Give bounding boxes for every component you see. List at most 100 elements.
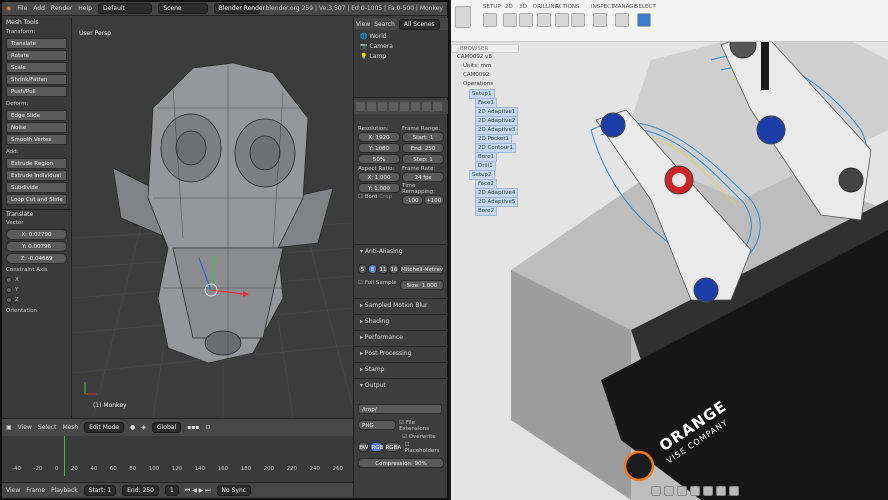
- zoom-icon[interactable]: [677, 486, 687, 496]
- browser-node[interactable]: 2D Adaptive3: [451, 125, 519, 135]
- browser-node[interactable]: Drill1: [451, 161, 519, 171]
- transform-manipulator[interactable]: [193, 248, 253, 308]
- outliner-item-camera[interactable]: 📷 Camera: [360, 42, 442, 52]
- browser-node[interactable]: CAM0092 v8: [451, 53, 519, 62]
- object-tab-icon[interactable]: [389, 102, 398, 111]
- tab-actions[interactable]: ACTIONS: [555, 4, 579, 10]
- scene-selector[interactable]: Scene: [158, 3, 208, 14]
- browser-node[interactable]: Bore2: [451, 206, 519, 216]
- scale-button[interactable]: Scale: [6, 62, 67, 73]
- tab-manage[interactable]: MANAGE: [613, 4, 637, 10]
- color-rgba[interactable]: RGBA: [384, 442, 401, 452]
- browser-node[interactable]: Setup2: [451, 170, 519, 180]
- render-engine-selector[interactable]: Blender Render: [213, 3, 265, 14]
- aa-filter-selector[interactable]: Mitchell-Netrav: [400, 264, 444, 274]
- remap-new-field[interactable]: +100: [423, 195, 444, 205]
- axis-y-checkbox[interactable]: Y: [2, 285, 71, 295]
- 3d-icon[interactable]: [519, 13, 533, 27]
- material-tab-icon[interactable]: [422, 102, 431, 111]
- 2d-icon[interactable]: [503, 13, 517, 27]
- section-post-processing[interactable]: ▸ Post Processing: [354, 346, 448, 359]
- browser-node[interactable]: CAM0092: [451, 71, 519, 80]
- select-menu[interactable]: Select: [38, 424, 57, 431]
- extrude-region-button[interactable]: Extrude Region: [6, 158, 67, 169]
- monkey-mesh[interactable]: [113, 48, 353, 398]
- browser-node[interactable]: 2D Contour1: [451, 143, 519, 153]
- display-mode-icon[interactable]: [703, 486, 713, 496]
- end-field[interactable]: End: 250: [402, 143, 444, 153]
- section-stamp[interactable]: ▸ Stamp: [354, 362, 448, 375]
- vector-y-field[interactable]: Y: 0.00796: [6, 241, 67, 252]
- step-field[interactable]: Step: 1: [402, 154, 444, 164]
- mesh-menu[interactable]: Mesh: [62, 424, 78, 431]
- browser-node[interactable]: Face2: [451, 179, 519, 189]
- start-frame-field[interactable]: Start: 1: [83, 485, 117, 496]
- vector-x-field[interactable]: X: 0.02790: [6, 229, 67, 240]
- properties-tabs[interactable]: [354, 100, 448, 114]
- section-performance[interactable]: ▸ Performance: [354, 330, 448, 343]
- 3d-viewport[interactable]: User Persp (1) Monkey: [73, 18, 353, 418]
- aa-8[interactable]: 8: [368, 264, 377, 274]
- current-frame-field[interactable]: 1: [164, 485, 179, 496]
- shading-icon[interactable]: ●: [130, 424, 135, 431]
- section-output[interactable]: ▾ Output: [354, 378, 448, 391]
- remap-old-field[interactable]: -100: [402, 195, 423, 205]
- shrink-fatten-button[interactable]: Shrink/Fatten: [6, 74, 67, 85]
- smooth-vertex-button[interactable]: Smooth Vertex: [6, 134, 67, 145]
- operator-title[interactable]: Translate: [2, 209, 71, 219]
- overwrite-checkbox[interactable]: ☑ Overwrite: [402, 434, 444, 440]
- snap-icon[interactable]: ⊡: [205, 424, 210, 431]
- tab-setup[interactable]: SETUP: [483, 4, 501, 10]
- timeline-playback-menu[interactable]: Playback: [51, 487, 78, 494]
- browser-node[interactable]: Operations: [451, 80, 519, 89]
- rotate-button[interactable]: Rotate: [6, 50, 67, 61]
- noise-button[interactable]: Noise: [6, 122, 67, 133]
- browser-node[interactable]: Units: mm: [451, 62, 519, 71]
- data-tab-icon[interactable]: [411, 102, 420, 111]
- mode-selector[interactable]: Edit Mode: [84, 422, 125, 433]
- inspect-icon[interactable]: [593, 13, 607, 27]
- res-x-field[interactable]: X: 1920: [358, 132, 400, 142]
- aa-samples[interactable]: 5 8 11 16 Mitchell-Netrav: [358, 264, 444, 275]
- browser-node[interactable]: 2D Pocket1: [451, 134, 519, 144]
- placeholders-checkbox[interactable]: ☐ Placeholders: [404, 442, 444, 454]
- push-pull-button[interactable]: Push/Pull: [6, 86, 67, 97]
- scene-tab-icon[interactable]: [367, 102, 376, 111]
- workspace-icon[interactable]: [455, 6, 471, 28]
- output-path-field[interactable]: /tmp/: [358, 404, 442, 414]
- subdivide-button[interactable]: Subdivide: [6, 182, 67, 193]
- section-shading[interactable]: ▸ Shading: [354, 314, 448, 327]
- aspect-y-field[interactable]: Y: 1.000: [358, 183, 400, 193]
- render-tab-icon[interactable]: [356, 102, 365, 111]
- menu-help[interactable]: Help: [78, 5, 92, 12]
- outliner[interactable]: View Search All Scenes 🌐 World 📷 Camera …: [354, 18, 448, 98]
- tab-3d[interactable]: 3D: [519, 4, 527, 10]
- select-icon[interactable]: [637, 13, 651, 27]
- color-rgb[interactable]: RGB: [370, 442, 384, 452]
- menu-add[interactable]: Add: [33, 5, 45, 12]
- pan-icon[interactable]: [664, 486, 674, 496]
- edge-slide-button[interactable]: Edge Slide: [6, 110, 67, 121]
- color-bw[interactable]: BW: [358, 442, 370, 452]
- orientation-selector[interactable]: Global: [151, 422, 182, 433]
- sync-selector[interactable]: No Sync: [216, 485, 252, 496]
- aa-11[interactable]: 11: [378, 264, 388, 274]
- outliner-view-menu[interactable]: View: [356, 21, 370, 28]
- viewports-icon[interactable]: [729, 486, 739, 496]
- vector-z-field[interactable]: Z: -0.04669: [6, 253, 67, 264]
- translate-button[interactable]: Translate: [6, 38, 67, 49]
- playback-controls-icon[interactable]: ⏮ ◀ ▶ ⏭: [185, 487, 211, 495]
- aa-5[interactable]: 5: [358, 264, 367, 274]
- browser-title[interactable]: BROWSER: [451, 44, 519, 53]
- browser-node[interactable]: 2D Adaptive1: [451, 107, 519, 117]
- loop-cut-button[interactable]: Loop Cut and Slide: [6, 194, 67, 205]
- timeline[interactable]: -40 -20 0 20 40 60 80 100 120 140 160 180 200 2…: [2, 436, 353, 480]
- start-field[interactable]: Start: 1: [402, 132, 444, 142]
- aa-16[interactable]: 16: [389, 264, 399, 274]
- timeline-frame-menu[interactable]: Frame: [26, 487, 45, 494]
- tab-inspect[interactable]: INSPECT: [591, 4, 614, 10]
- fps-selector[interactable]: 24 fps: [402, 172, 444, 182]
- outliner-filter[interactable]: All Scenes: [398, 18, 440, 30]
- browser-node[interactable]: 2D Adaptive4: [451, 188, 519, 198]
- drill-icon[interactable]: [537, 13, 551, 27]
